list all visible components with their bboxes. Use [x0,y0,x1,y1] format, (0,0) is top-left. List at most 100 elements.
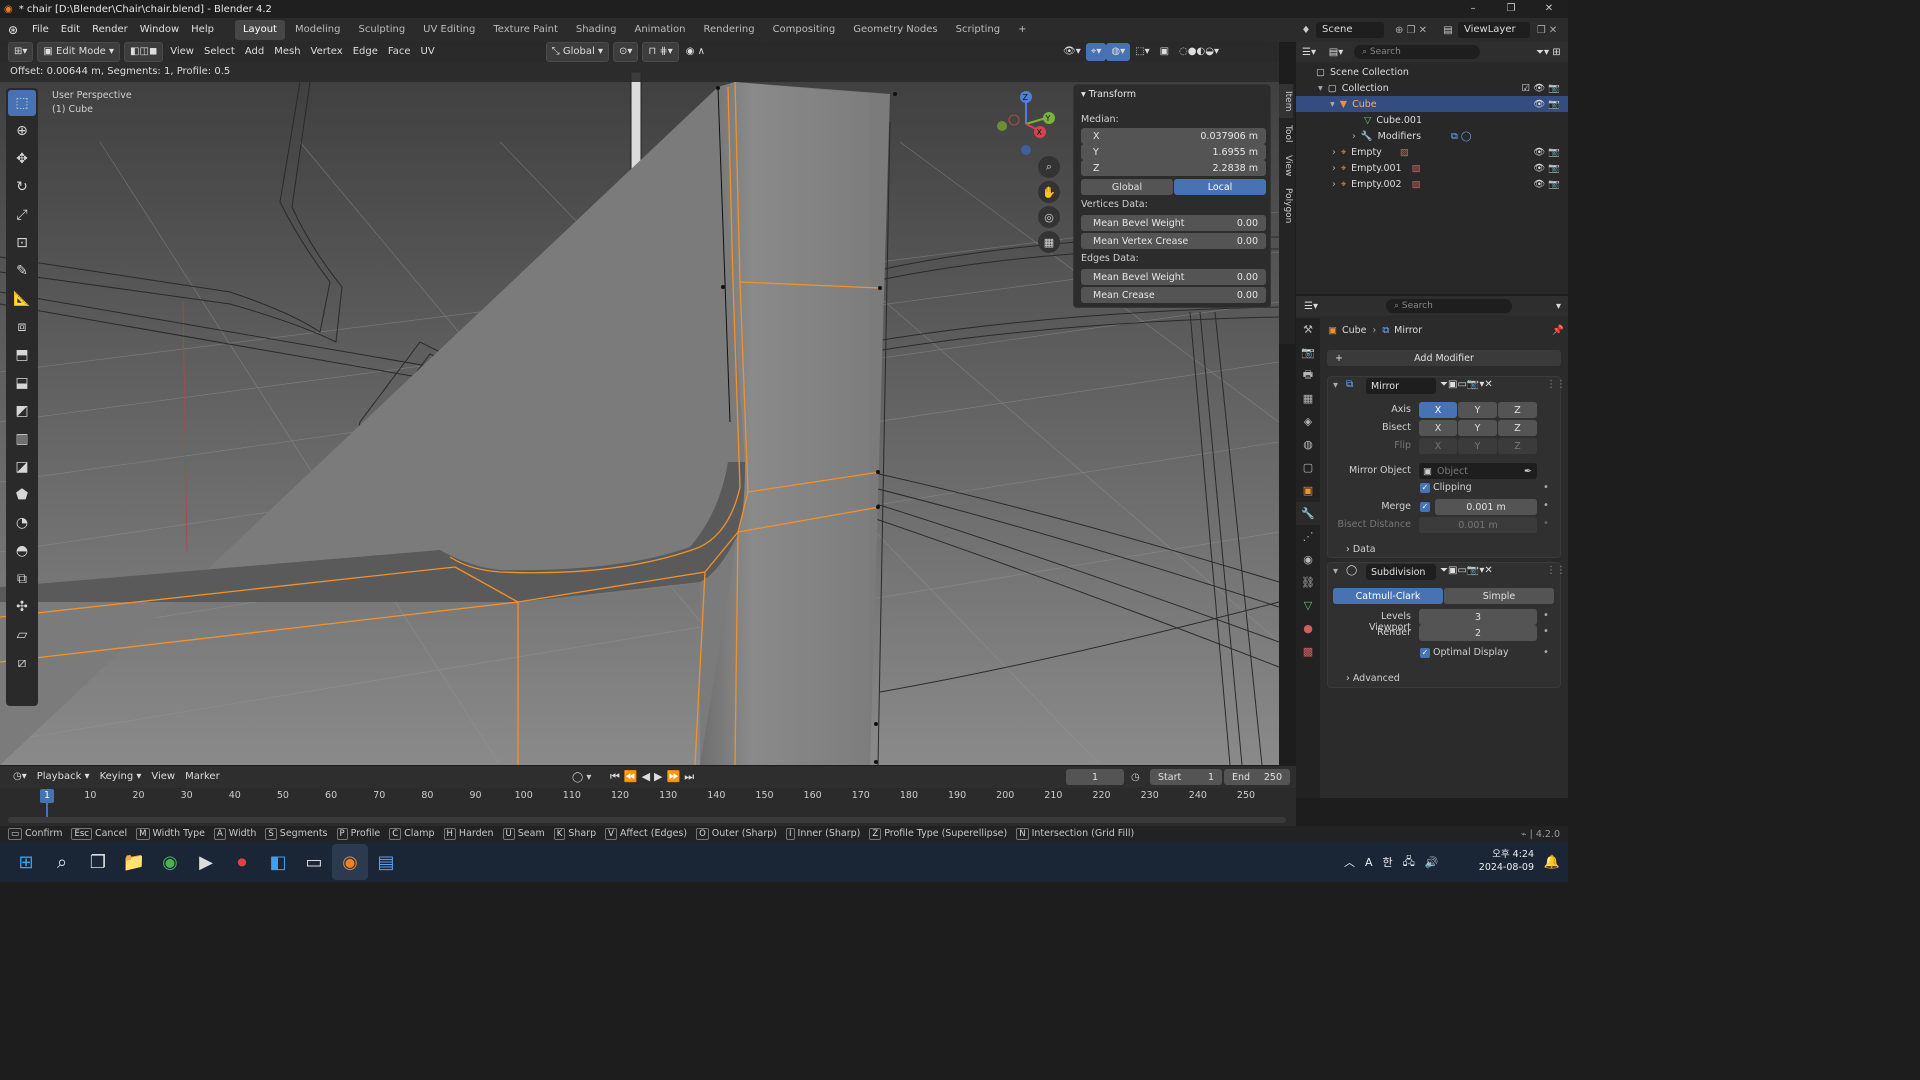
transform-tool-icon[interactable]: ⊡ [8,230,36,256]
axis-x-toggle[interactable]: X [1419,402,1457,418]
visibility-icons[interactable]: 👁 📷 [1533,163,1560,174]
tab-texture-paint[interactable]: Texture Paint [485,20,566,40]
menu-edge[interactable]: Edge [348,43,383,61]
axis-y-toggle[interactable]: Y [1458,402,1497,418]
clipping-checkbox[interactable]: ✓ [1420,483,1430,493]
tab-rendering[interactable]: Rendering [695,20,762,40]
advanced-subpanel-header[interactable]: › Advanced [1346,673,1400,684]
properties-options-icon[interactable]: ▾ [1556,301,1561,312]
add-cube-tool-icon[interactable]: ⧈ [8,314,36,340]
merge-value-field[interactable]: 0.001 m [1435,499,1537,515]
menu-keying[interactable]: Keying ▾ [95,768,147,786]
perspective-grid-icon[interactable]: ▦ [1038,231,1060,253]
collapse-icon[interactable]: ▾ [1333,380,1338,391]
xray-toggle-icon[interactable]: ▣ [1155,43,1174,61]
cursor-tool-icon[interactable]: ⊕ [8,118,36,144]
transform-panel-header[interactable]: ▾ Transform [1081,89,1136,100]
outliner-item-empty-002[interactable]: › ⌖ Empty.002 ▨ 👁 📷 [1296,176,1568,192]
scene-props-icon[interactable]: ◈ [1296,410,1320,433]
render-levels-field[interactable]: 2 [1419,625,1537,641]
notification-bell-icon[interactable]: 🔔 [1534,844,1570,880]
tab-sculpting[interactable]: Sculpting [350,20,413,40]
pin-icon[interactable]: 📌 [1552,325,1564,336]
ime-han-indicator[interactable]: 한 [1383,854,1393,870]
scene-icon[interactable]: ♦ [1296,25,1316,36]
particles-props-icon[interactable]: ⋰ [1296,525,1320,548]
menu-uv[interactable]: UV [416,43,440,61]
animate-dot-icon[interactable]: • [1543,500,1549,511]
local-toggle[interactable]: Local [1174,179,1266,195]
tray-chevron-icon[interactable]: ︿ [1344,854,1355,870]
tab-shading[interactable]: Shading [568,20,625,40]
scene-pin-icon[interactable]: ⊕ ❐ ✕ [1384,25,1438,36]
shading-modes-icon[interactable]: ◌●◐◒▾ [1174,43,1224,61]
collection-props-icon[interactable]: ▢ [1296,456,1320,479]
proportional-edit-icon[interactable]: ◉ ∧ [681,43,710,61]
menu-face[interactable]: Face [383,43,416,61]
preview-range-icon[interactable]: ◷ [1131,772,1140,783]
expand-icon[interactable]: › [1332,147,1336,158]
extrude-tool-icon[interactable]: ⬒ [8,342,36,368]
render-props-icon[interactable]: 📷 [1296,341,1320,364]
current-frame-field[interactable]: 1 [1066,769,1124,785]
visibility-icon[interactable]: 👁▾ [1058,43,1086,61]
median-y-field[interactable]: Y 1.6955 m [1081,144,1266,160]
mesh-edit-overlay-icon[interactable]: ⬚▾ [1130,43,1154,61]
view-layer-selector[interactable]: ViewLayer [1458,22,1530,38]
smooth-tool-icon[interactable]: ◓ [8,538,36,564]
network-tray-icon[interactable]: 🖧 [1403,853,1415,872]
scene-collection-row[interactable]: ▢ Scene Collection [1296,64,1568,80]
file-explorer-icon[interactable]: 📁 [116,844,152,880]
tab-geometry-nodes[interactable]: Geometry Nodes [845,20,945,40]
data-props-icon[interactable]: ▽ [1296,594,1320,617]
collapse-icon[interactable]: ▾ [1333,566,1338,577]
rotate-tool-icon[interactable]: ↻ [8,174,36,200]
mean-bevel-weight-edge-field[interactable]: Mean Bevel Weight 0.00 [1081,269,1266,285]
shrink-fatten-tool-icon[interactable]: ✣ [8,594,36,620]
eyedropper-icon[interactable]: ✒ [1524,466,1532,477]
tab-polygon[interactable]: Polygon [1279,182,1293,230]
tab-uv-editing[interactable]: UV Editing [415,20,483,40]
display-mode-icon[interactable]: ▤▾ [1322,47,1350,58]
animate-dot-icon[interactable]: • [1543,647,1549,658]
flip-z-toggle[interactable]: Z [1498,438,1537,454]
select-mode-buttons-icon[interactable]: ◧◫◼ [124,42,164,62]
axis-z-toggle[interactable]: Z [1498,402,1537,418]
material-props-icon[interactable]: ● [1296,617,1320,640]
select-box-tool-icon[interactable]: ⬚ [8,90,36,116]
properties-search-input[interactable]: ⌕ Search [1386,299,1512,313]
overlay-toggle-icon[interactable]: ◍▾ [1106,43,1131,61]
animate-dot-icon[interactable]: • [1543,610,1549,621]
loop-cut-tool-icon[interactable]: ▥ [8,426,36,452]
edge-slide-tool-icon[interactable]: ⧉ [8,566,36,592]
mean-crease-field[interactable]: Mean Crease 0.00 [1081,287,1266,303]
mirror-name-field[interactable]: Mirror [1366,378,1436,394]
expand-icon[interactable]: ▾ [1330,99,1335,110]
physics-props-icon[interactable]: ◉ [1296,548,1320,571]
navigation-gizmo[interactable]: Z Y X [994,88,1058,158]
properties-editor-icon[interactable]: ☰▾ [1296,301,1326,312]
filter-icon[interactable]: ⏷▾ ⊞ [1536,47,1561,58]
catmull-clark-toggle[interactable]: Catmull-Clark [1333,588,1443,604]
menu-file[interactable]: File [26,18,55,42]
menu-window[interactable]: Window [134,18,185,42]
bisect-y-toggle[interactable]: Y [1458,420,1497,436]
clock[interactable]: 오후 4:24 2024-08-09 [1478,848,1534,874]
tab-view[interactable]: View [1279,150,1293,182]
media-player-icon[interactable]: ▶ [188,844,224,880]
menu-render[interactable]: Render [86,18,134,42]
flip-x-toggle[interactable]: X [1419,438,1457,454]
drag-handle-icon[interactable]: ⋮⋮ [1546,565,1566,576]
view-layer-buttons-icon[interactable]: ❐ ✕ [1530,25,1564,36]
texture-props-icon[interactable]: ▩ [1296,640,1320,663]
auto-keying-icon[interactable]: ◯ ▾ [572,772,591,783]
outliner-editor-icon[interactable]: ☰▾ [1296,47,1322,58]
mean-vertex-crease-field[interactable]: Mean Vertex Crease 0.00 [1081,233,1266,249]
tab-layout[interactable]: Layout [234,20,285,40]
constraints-props-icon[interactable]: ⛓ [1296,571,1320,594]
poly-build-tool-icon[interactable]: ⬟ [8,482,36,508]
animate-dot-icon[interactable]: • [1543,626,1549,637]
menu-edit[interactable]: Edit [55,18,86,42]
data-subpanel-header[interactable]: › Data [1346,544,1376,555]
modifier-props-icon[interactable]: 🔧 [1296,502,1320,525]
